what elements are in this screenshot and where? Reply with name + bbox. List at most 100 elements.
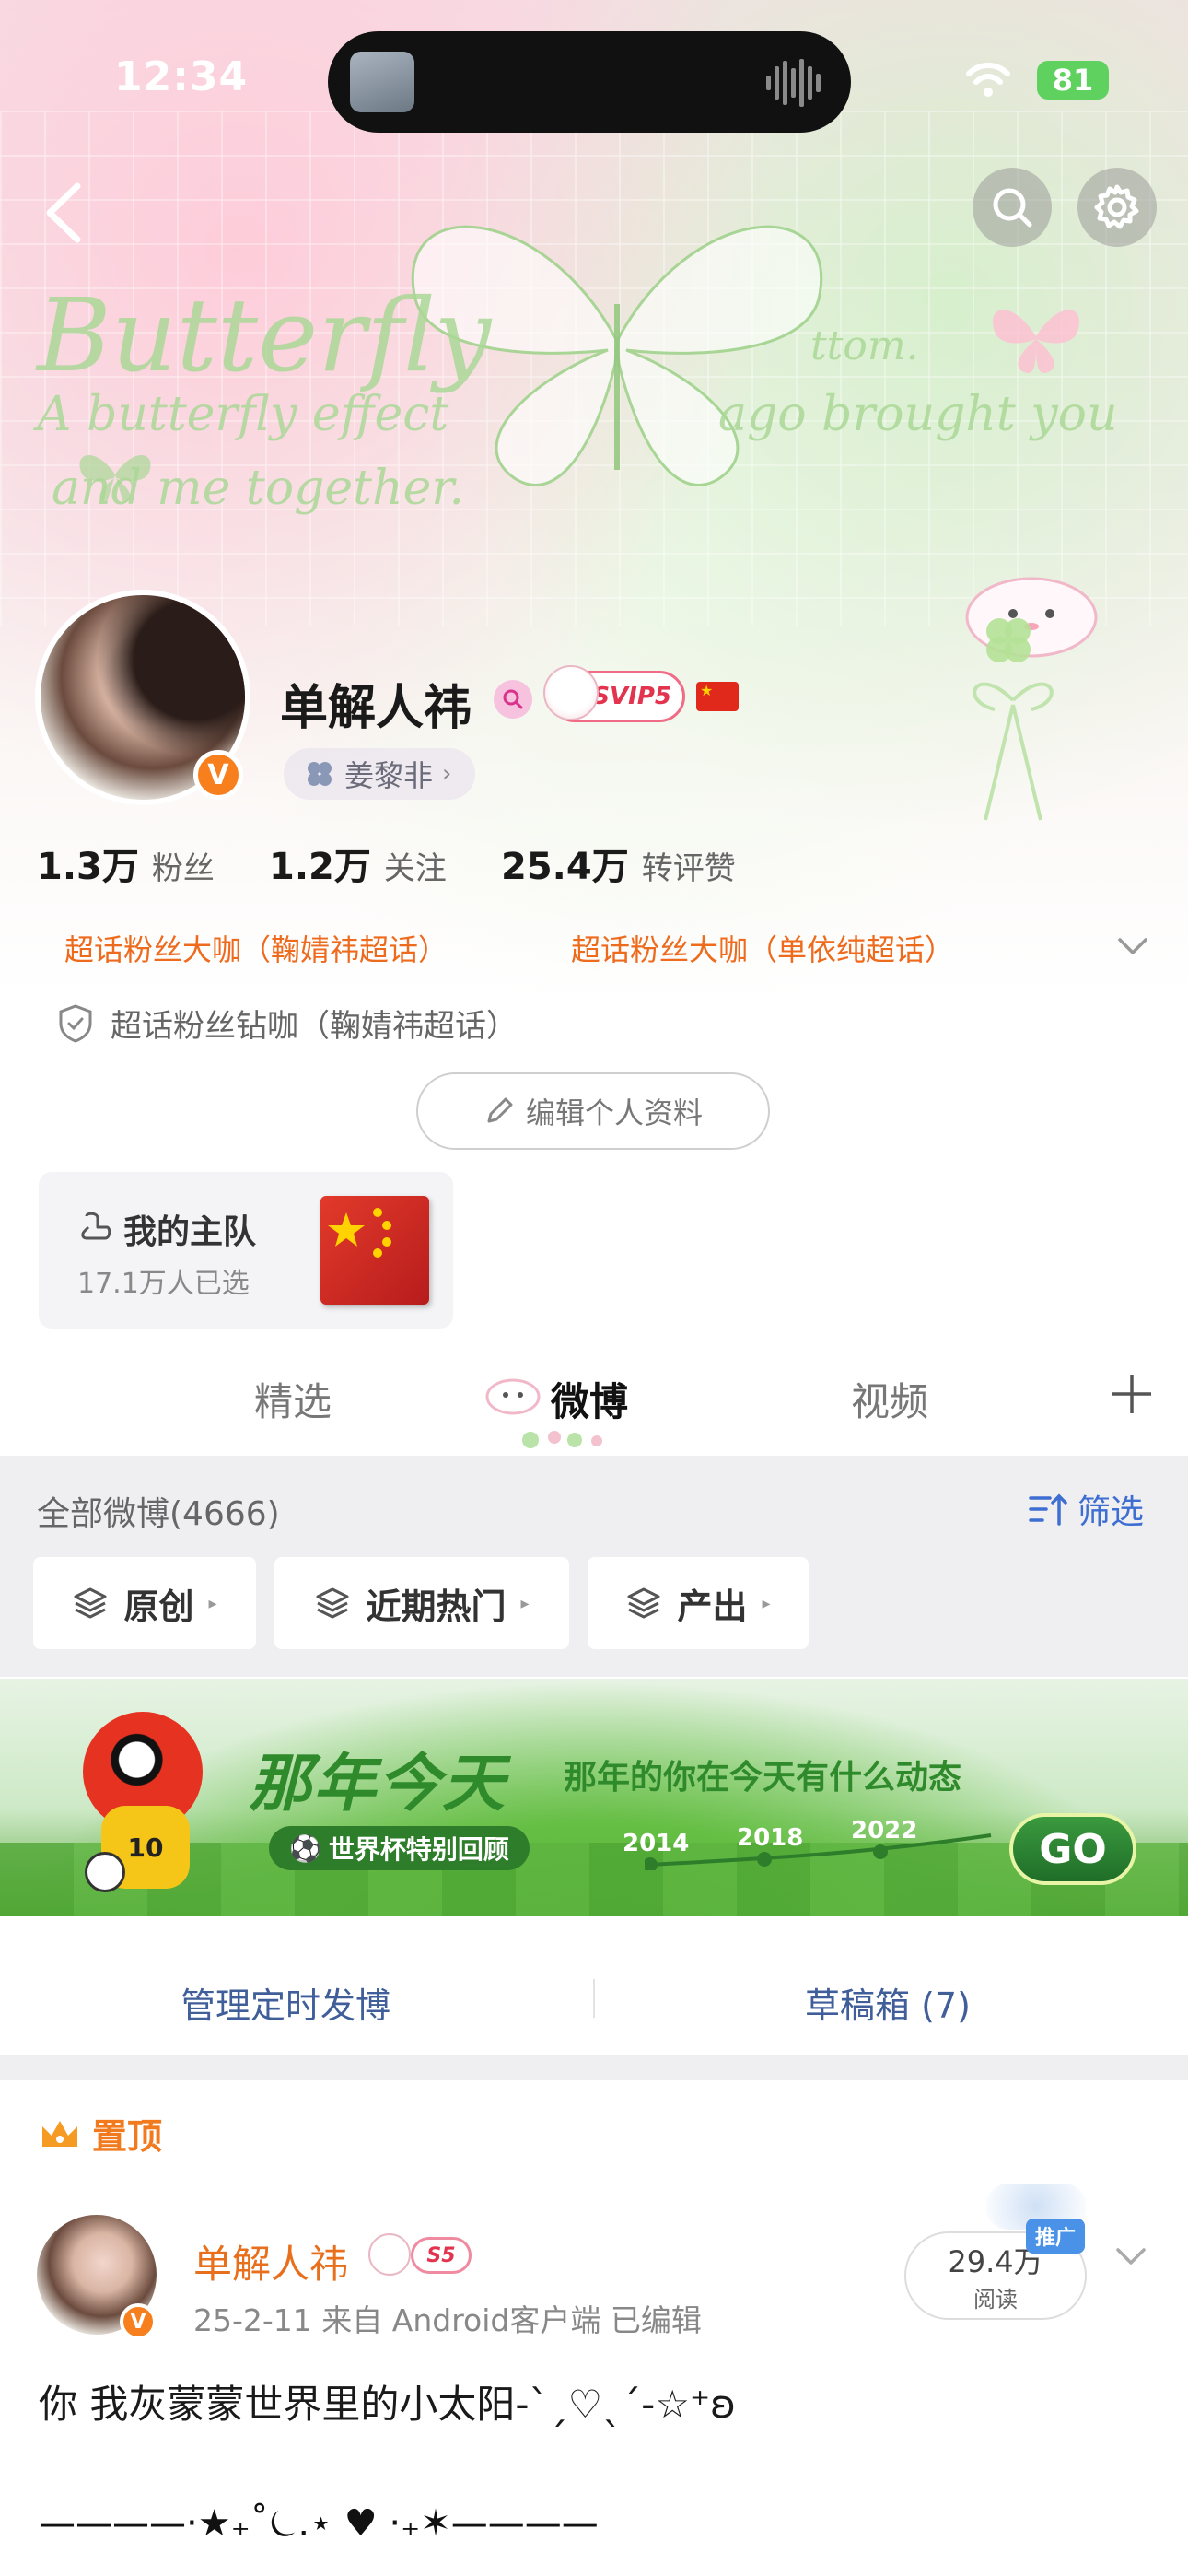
stat-following[interactable]: 1.2万 关注 xyxy=(269,837,447,890)
edit-profile-button[interactable]: 编辑个人资料 xyxy=(416,1072,770,1150)
edit-profile-label: 编辑个人资料 xyxy=(525,1095,703,1130)
chip-label: 原创 xyxy=(123,1586,194,1627)
tab-video[interactable]: 视频 xyxy=(851,1371,928,1427)
filter-button[interactable]: 筛选 xyxy=(1028,1485,1144,1533)
stat-interactions[interactable]: 25.4万 转评赞 xyxy=(501,837,736,890)
jersey-hand-icon xyxy=(81,1212,111,1240)
back-button[interactable] xyxy=(22,171,105,254)
caret-right-icon: ▸ xyxy=(208,1593,217,1613)
pill-label: 世界杯特别回顾 xyxy=(328,1834,509,1865)
supertopic-diamond-badge[interactable]: 超话粉丝钻咖（鞠婧祎超话） xyxy=(57,1001,518,1046)
filter-chip-output[interactable]: 产出 ▸ xyxy=(588,1557,809,1649)
football-icon xyxy=(85,1852,125,1892)
timeline-year: 2022 xyxy=(851,1817,918,1844)
go-button[interactable]: GO xyxy=(1009,1813,1136,1885)
fan-tag-label: 姜黎非 xyxy=(344,758,434,793)
post-meta: 25-2-11 来自 Android客户端 已编辑 xyxy=(193,2302,702,2338)
battery-indicator: 81 xyxy=(1037,61,1109,100)
svip-mascot-icon xyxy=(543,665,599,720)
wifi-icon xyxy=(966,63,1010,97)
stat-fans[interactable]: 1.3万 粉丝 xyxy=(37,837,215,890)
timeline-year: 2014 xyxy=(623,1830,690,1857)
cover-script-text: Butterfly xyxy=(37,276,492,394)
filter-label: 筛选 xyxy=(1077,1493,1145,1531)
cover-script-text: A butterfly effect xyxy=(37,387,449,442)
diamond-badge-label: 超话粉丝钻咖（鞠婧祎超话） xyxy=(111,1008,518,1045)
stat-value: 1.2万 xyxy=(269,846,371,888)
ribbon-bow-decoration-icon xyxy=(973,682,1054,821)
post-decorative-line: ————·★₊˚⏾.⋆ ♥ ·₊✶———— xyxy=(39,2502,599,2545)
settings-button[interactable] xyxy=(1077,168,1157,247)
small-butterfly-icon xyxy=(993,310,1079,374)
china-flag-icon xyxy=(320,1196,429,1305)
chip-label: 产出 xyxy=(677,1586,748,1627)
chevron-down-icon[interactable] xyxy=(1112,2242,1149,2270)
cover-script-text: and me together. xyxy=(52,461,465,516)
post-body-text: 你 我灰蒙蒙世界里的小太阳-ˋˏ♡ˎˊ-☆⁺ʚ xyxy=(39,2382,737,2427)
verified-badge: V xyxy=(120,2303,157,2340)
tab-weibo[interactable]: 微博 xyxy=(551,1371,628,1427)
chip-label: 近期热门 xyxy=(366,1586,507,1627)
search-icon[interactable] xyxy=(494,680,532,719)
supertopic-badge[interactable]: 超话粉丝大咖（单依纯超话） xyxy=(571,927,954,969)
audio-wave-icon xyxy=(766,59,821,107)
filter-icon xyxy=(1029,1493,1067,1526)
pinned-text: 置顶 xyxy=(92,2116,163,2157)
now-playing-thumbnail xyxy=(350,52,414,112)
drafts-link[interactable]: 草稿箱 (7) xyxy=(805,1977,971,2028)
cloud-mascot-icon xyxy=(485,1378,541,1415)
stat-label: 关注 xyxy=(383,850,447,887)
football-icon: ⚽ xyxy=(289,1832,321,1864)
team-title-label: 我的主队 xyxy=(123,1213,257,1251)
status-time: 12:34 xyxy=(114,53,249,100)
stat-label: 转评赞 xyxy=(641,850,736,887)
caret-right-icon: ▸ xyxy=(520,1593,530,1613)
tab-featured[interactable]: 精选 xyxy=(254,1371,332,1427)
layers-icon xyxy=(627,1587,660,1619)
promote-tag[interactable]: 推广 xyxy=(1026,2219,1085,2254)
all-weibo-count: 全部微博(4666) xyxy=(37,1495,280,1533)
divider xyxy=(593,1979,595,2018)
supertopic-badge[interactable]: 超话粉丝大咖（鞠婧祎超话） xyxy=(64,927,448,969)
profile-username: 单解人祎 xyxy=(280,681,472,736)
post-author-name[interactable]: 单解人祎 xyxy=(193,2233,348,2289)
stat-label: 粉丝 xyxy=(151,850,215,887)
team-card-subtitle: 17.1万人已选 xyxy=(77,1268,250,1300)
stat-value: 1.3万 xyxy=(37,846,139,888)
fan-group-tag[interactable]: 姜黎非 › xyxy=(284,748,476,800)
china-flag-icon: ★ xyxy=(696,682,739,711)
read-count-label: 阅读 xyxy=(973,2286,1018,2313)
filter-chip-hot[interactable]: 近期热门 ▸ xyxy=(274,1557,569,1649)
world-cup-recap-pill: ⚽ 世界杯特别回顾 xyxy=(269,1826,530,1870)
team-card-title: 我的主队 xyxy=(77,1205,256,1253)
timeline-icon xyxy=(645,1833,992,1870)
filter-chip-original[interactable]: 原创 ▸ xyxy=(33,1557,256,1649)
section-separator xyxy=(0,2055,1188,2080)
cover-script-text: ago brought you xyxy=(718,387,1118,442)
chevron-down-icon[interactable] xyxy=(1114,932,1151,960)
banner-title: 那年今天 xyxy=(249,1748,507,1821)
crown-icon xyxy=(42,2120,77,2147)
manage-scheduled-posts-link[interactable]: 管理定时发博 xyxy=(181,1977,390,2028)
layers-icon xyxy=(74,1587,107,1619)
shield-check-icon xyxy=(59,1003,92,1043)
chevron-right-icon: › xyxy=(442,760,452,788)
verified-badge: V xyxy=(193,750,243,800)
plus-icon[interactable] xyxy=(1109,1371,1155,1417)
gear-icon xyxy=(1094,184,1139,229)
member-level-badge[interactable]: S5 xyxy=(411,2237,472,2274)
search-button[interactable] xyxy=(973,168,1052,247)
chevron-left-icon xyxy=(46,182,81,243)
search-icon xyxy=(993,188,1032,228)
timeline-year: 2018 xyxy=(737,1824,804,1852)
layers-icon xyxy=(316,1587,349,1619)
clover-decoration-icon xyxy=(986,618,1031,662)
pencil-icon xyxy=(487,1097,513,1123)
svip-mascot-icon xyxy=(368,2233,411,2276)
cover-script-text: ttom. xyxy=(810,322,919,369)
tab-active-indicator xyxy=(522,1431,602,1448)
stat-value: 25.4万 xyxy=(501,846,629,888)
banner-subtitle: 那年的你在今天有什么动态 xyxy=(564,1759,962,1797)
caret-right-icon: ▸ xyxy=(762,1593,771,1613)
clover-icon xyxy=(308,762,332,786)
